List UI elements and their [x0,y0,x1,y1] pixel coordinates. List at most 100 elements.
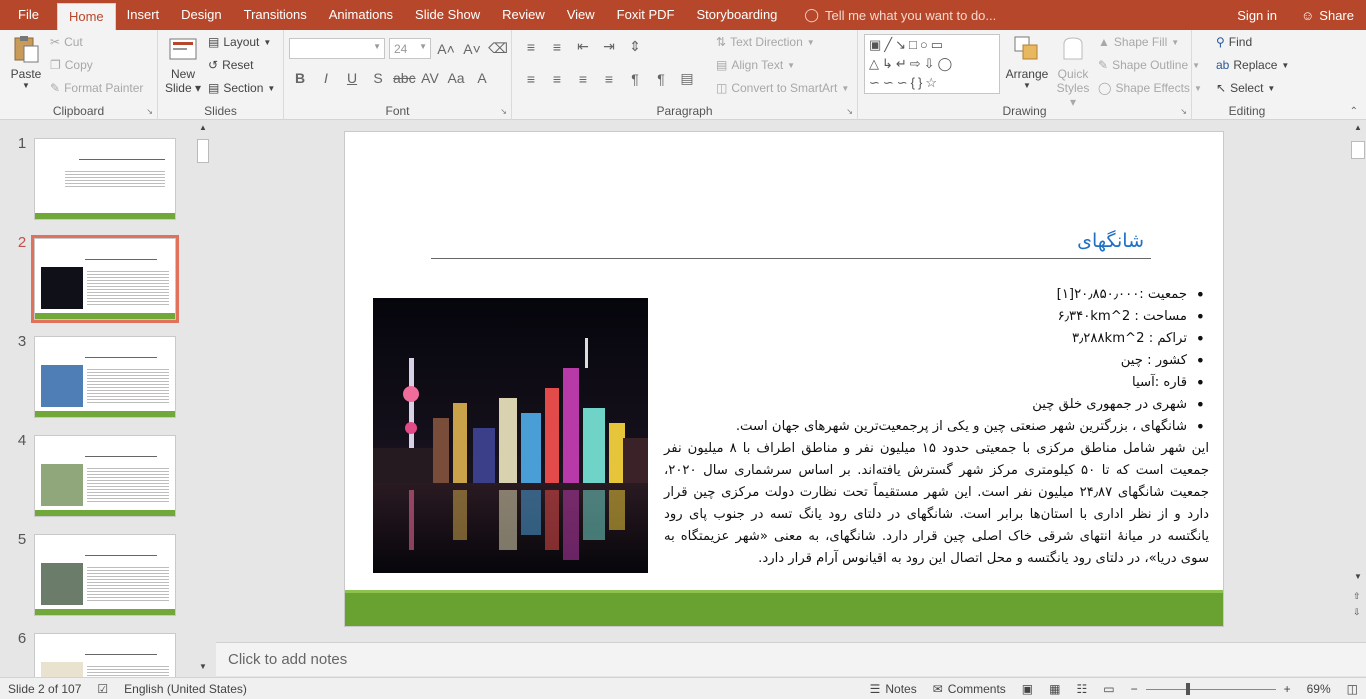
tab-home[interactable]: Home [56,3,116,30]
normal-view-icon[interactable]: ▣ [1014,682,1041,696]
decrease-indent-icon[interactable]: ⇤ [572,38,594,55]
comments-toggle-button[interactable]: ✉ Comments [925,682,1014,696]
paragraph-launcher-icon[interactable]: ↘ [846,107,853,116]
ltr-icon[interactable]: ¶ [650,71,672,87]
scroll-down-icon[interactable]: ▼ [1354,572,1362,581]
line-spacing-icon[interactable]: ⇕ [624,38,646,55]
grow-font-icon[interactable]: A˄ [435,41,457,57]
notes-toggle-button[interactable]: ☰ Notes [862,682,925,696]
shape-fill-button[interactable]: ▲ Shape Fill ▼ [1098,35,1179,49]
replace-button[interactable]: ab Replace ▼ [1216,58,1289,72]
change-case-icon[interactable]: Aa [445,70,467,86]
smartart-button[interactable]: ◫ Convert to SmartArt ▼ [716,81,849,95]
slide-bullet-list[interactable]: جمعیت :۲۰٫۸۵۰٫۰۰۰[۱] مساحت : 2^۶٫۳۴۰km ت… [664,284,1209,438]
sign-in-link[interactable]: Sign in [1225,8,1289,23]
section-button[interactable]: ▤ Section ▼ [208,81,275,95]
strikethrough-icon[interactable]: abc [393,70,416,86]
tab-animations[interactable]: Animations [318,0,404,30]
tab-slide-show[interactable]: Slide Show [404,0,491,30]
copy-button[interactable]: ❐ Copy [50,58,93,72]
shape-outline-button[interactable]: ✎ Shape Outline ▼ [1098,58,1200,72]
fit-slide-icon[interactable]: ◫ [1339,682,1366,696]
tab-design[interactable]: Design [170,0,232,30]
slide-thumbnail-3[interactable] [34,336,176,418]
slide-vertical-scrollbar[interactable]: ▲ ▼ ⇧ ⇩ [1350,121,1366,641]
slideshow-view-icon[interactable]: ▭ [1095,682,1122,696]
align-text-button[interactable]: ▤ Align Text ▼ [716,58,795,72]
tab-file[interactable]: File [0,0,57,30]
tab-insert[interactable]: Insert [116,0,171,30]
notes-pane[interactable]: Click to add notes [216,642,1366,676]
font-launcher-icon[interactable]: ↘ [500,107,507,116]
slide-thumbnail-6[interactable] [34,633,176,677]
align-right-icon[interactable]: ≡ [572,71,594,87]
spell-check-icon[interactable]: ☑ [89,682,116,696]
slide-thumbnail-2[interactable] [31,235,179,323]
font-color-icon[interactable]: A [471,70,493,86]
tell-me-search[interactable]: ◯ Tell me what you want to do... [788,7,996,23]
slide-thumbnail-4[interactable] [34,435,176,517]
thumbnails-scroll-thumb[interactable] [197,139,209,163]
align-left-icon[interactable]: ≡ [520,71,542,87]
slide-title[interactable]: شانگهای [1077,230,1144,252]
next-slide-icon[interactable]: ⇩ [1353,607,1361,618]
cut-button[interactable]: ✂ Cut [50,35,83,49]
font-size-combo[interactable]: 24 ▼ [389,38,431,59]
collapse-ribbon-icon[interactable]: ⌃ [1350,106,1358,117]
tab-review[interactable]: Review [491,0,556,30]
scroll-down-icon[interactable]: ▼ [199,662,207,671]
tab-storyboarding[interactable]: Storyboarding [685,0,788,30]
zoom-level[interactable]: 69% [1299,682,1339,696]
zoom-slider-knob[interactable] [1186,682,1191,695]
rtl-icon[interactable]: ¶ [624,71,646,87]
zoom-out-icon[interactable]: − [1123,682,1146,696]
zoom-in-icon[interactable]: + [1276,682,1299,696]
zoom-slider[interactable] [1145,682,1276,696]
character-spacing-icon[interactable]: AV [419,70,441,86]
clipboard-launcher-icon[interactable]: ↘ [146,107,153,116]
justify-icon[interactable]: ≡ [598,71,620,87]
quick-styles-button[interactable]: Quick Styles ▾ [1054,34,1092,109]
clear-formatting-icon[interactable]: ⌫ [487,40,509,57]
slide-thumbnail-5[interactable] [34,534,176,616]
thumbnails-scrollbar[interactable]: ▲ ▼ [196,121,210,673]
align-center-icon[interactable]: ≡ [546,71,568,87]
slide-paragraph[interactable]: این شهر شامل مناطق مرکزی با جمعیتی حدود … [664,438,1209,570]
shadow-icon[interactable]: S [367,70,389,86]
numbering-icon[interactable]: ≡ [546,39,568,55]
underline-icon[interactable]: U [341,70,363,86]
share-button[interactable]: ☺ Share [1289,8,1366,23]
find-button[interactable]: ⚲ Find [1216,35,1252,49]
increase-indent-icon[interactable]: ⇥ [598,38,620,55]
tab-foxit-pdf[interactable]: Foxit PDF [606,0,686,30]
tab-transitions[interactable]: Transitions [233,0,318,30]
slide-sorter-icon[interactable]: ▦ [1041,682,1068,696]
bullets-icon[interactable]: ≡ [520,39,542,55]
shanghai-night-photo[interactable] [373,298,648,573]
format-painter-button[interactable]: ✎ Format Painter [50,81,143,95]
columns-icon[interactable]: ▤ [676,70,698,87]
text-direction-button[interactable]: ⇅ Text Direction ▼ [716,35,815,49]
select-button[interactable]: ↖ Select ▼ [1216,81,1275,95]
drawing-launcher-icon[interactable]: ↘ [1180,107,1187,116]
paste-button[interactable]: Paste ▼ [8,34,44,90]
bold-icon[interactable]: B [289,70,311,86]
shrink-font-icon[interactable]: A˅ [461,41,483,57]
tab-view[interactable]: View [556,0,606,30]
slide-thumbnail-1[interactable] [34,138,176,220]
reset-button[interactable]: ↺ Reset [208,58,253,72]
shapes-gallery[interactable]: ▣╱↘□○▭ △↳↵⇨⇩◯ ∽∽∽{}☆ [864,34,1000,94]
scroll-up-icon[interactable]: ▲ [199,123,207,132]
previous-slide-icon[interactable]: ⇧ [1353,591,1361,602]
slide-scroll-thumb[interactable] [1351,141,1365,159]
font-name-combo[interactable]: ▼ [289,38,385,59]
italic-icon[interactable]: I [315,70,337,86]
layout-button[interactable]: ▤ Layout ▼ [208,35,271,49]
language-indicator[interactable]: English (United States) [116,682,255,696]
reading-view-icon[interactable]: ☷ [1068,682,1095,696]
shape-effects-button[interactable]: ◯ Shape Effects ▼ [1098,81,1202,95]
scroll-up-icon[interactable]: ▲ [1354,123,1362,132]
new-slide-button[interactable]: New Slide ▾ [164,34,202,95]
current-slide[interactable]: شانگهای • جمعیت:۲۰٫۸۵۰٫۰۰۰[۱] • مساحت:… [344,131,1224,627]
arrange-button[interactable]: Arrange ▼ [1004,34,1050,90]
